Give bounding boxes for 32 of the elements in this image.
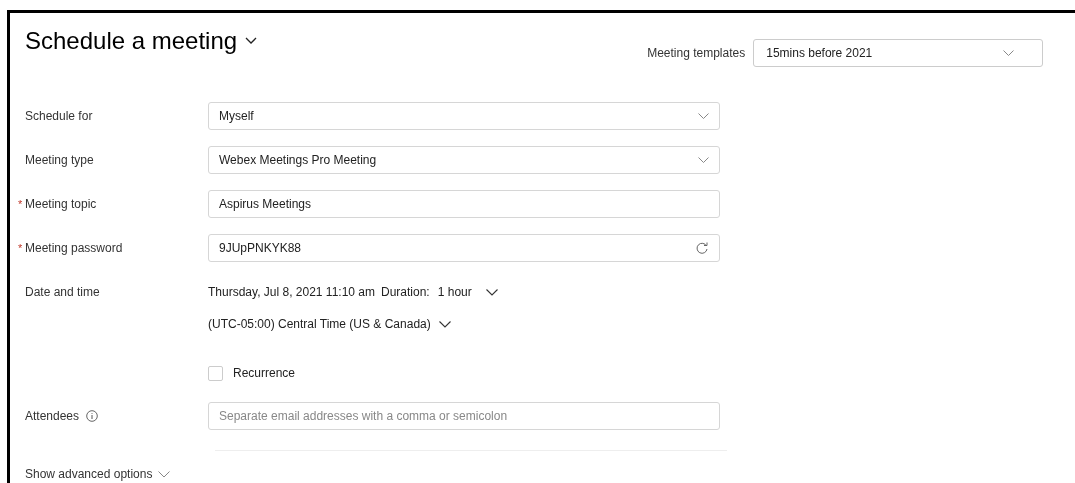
field-label: Meeting type	[25, 152, 94, 169]
field-label: Attendees	[25, 408, 80, 425]
date-time-text[interactable]: Thursday, Jul 8, 2021 11:10 am	[208, 283, 375, 301]
checkbox[interactable]	[208, 365, 223, 381]
advanced-options-toggle[interactable]: Show advanced options	[25, 465, 171, 483]
input-field[interactable]: Aspirus Meetings	[208, 190, 720, 218]
refresh-icon[interactable]	[695, 241, 709, 255]
field-label: Schedule for	[25, 108, 93, 125]
required-marker: *	[18, 240, 24, 256]
required-marker: *	[18, 196, 24, 212]
chevron-down-icon	[158, 470, 171, 478]
field-label: Meeting password	[25, 240, 123, 257]
duration-label: Duration:	[381, 284, 430, 301]
duration-value[interactable]: 1 hour	[437, 283, 472, 301]
chevron-down-icon[interactable]	[485, 288, 498, 296]
checkbox-label: Recurrence	[233, 365, 296, 382]
chevron-down-icon	[698, 113, 709, 119]
templates-dropdown[interactable]: 15mins before 2021	[753, 39, 1044, 67]
input-field[interactable]: Separate email addresses with a comma or semicolon	[208, 402, 720, 430]
field-label: Meeting topic	[25, 196, 97, 213]
info-icon[interactable]	[86, 410, 99, 422]
password-field[interactable]: 9JUpPNKYK88	[208, 234, 720, 262]
field-label: Date and time	[25, 284, 100, 301]
templates-label: Meeting templates	[647, 45, 746, 62]
chevron-down-icon	[698, 157, 709, 163]
select-dropdown[interactable]: Webex Meetings Pro Meeting	[208, 146, 720, 174]
timezone-text[interactable]: (UTC-05:00) Central Time (US & Canada)	[208, 315, 431, 333]
page-title: Schedule a meeting	[25, 26, 238, 56]
select-dropdown[interactable]: Myself	[208, 102, 720, 130]
chevron-down-icon	[1003, 50, 1015, 56]
chevron-down-icon[interactable]	[245, 37, 258, 45]
chevron-down-icon[interactable]	[438, 320, 451, 328]
